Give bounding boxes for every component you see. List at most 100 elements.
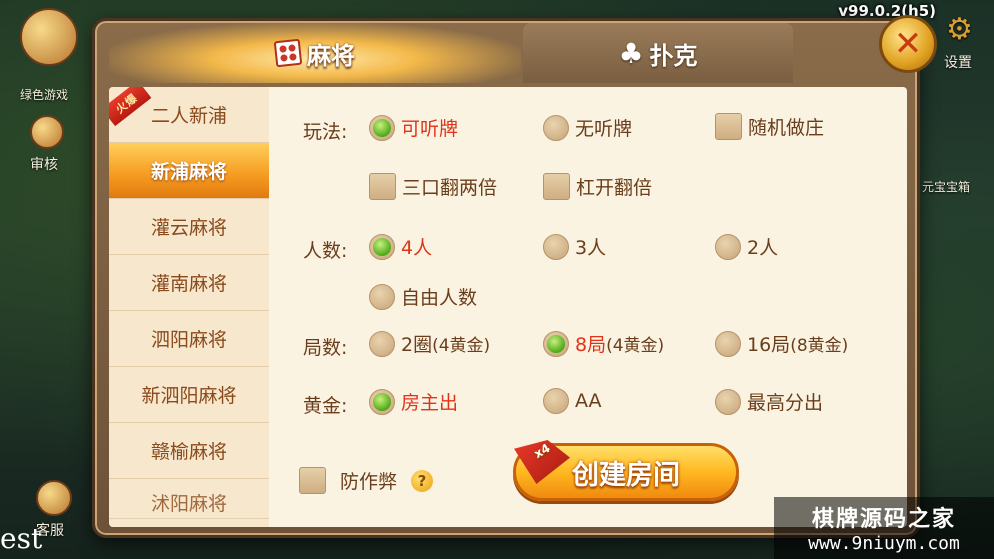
option-label: 无听牌 <box>575 118 633 140</box>
sidebar-item-xinpu-majiang[interactable]: 新浦麻将 <box>109 143 269 199</box>
radio-free-players[interactable]: 自由人数 <box>369 283 477 310</box>
game-type-tabs: 麻将 ♣ 扑克 <box>95 21 917 87</box>
renshu-label: 人数: <box>303 240 348 262</box>
option-label: 杠开翻倍 <box>576 177 653 199</box>
radio-indicator <box>369 388 395 415</box>
option-label: 8局 <box>575 334 607 356</box>
option-label: 三口翻两倍 <box>402 177 498 199</box>
checkbox-indicator <box>715 113 742 140</box>
option-label: 2圈 <box>401 334 433 356</box>
option-label: 自由人数 <box>401 287 478 309</box>
checkbox-indicator <box>543 173 570 200</box>
check-sankou-fan-liangbei[interactable]: 三口翻两倍 <box>369 173 497 200</box>
club-suit-icon: ♣ <box>618 36 644 70</box>
sidebar-item-xin-siyang-majiang[interactable]: 新泗阳麻将 <box>109 367 269 423</box>
radio-indicator <box>543 233 569 260</box>
checkbox-indicator <box>369 173 396 200</box>
service-icon[interactable] <box>36 480 72 516</box>
jushu-label: 局数: <box>303 337 348 359</box>
radio-indicator <box>369 330 395 357</box>
watermark-title: 棋牌源码之家 <box>811 507 956 532</box>
watermark: 棋牌源码之家 www.9niuym.com <box>774 497 994 559</box>
option-label: 3人 <box>575 237 607 259</box>
create-room-dialog: 麻将 ♣ 扑克 ✕ 火爆 二人新浦 新浦麻将 灌云麻将 灌南麻将 泗阳麻将 新泗… <box>92 15 937 538</box>
radio-wu-tingpai[interactable]: 无听牌 <box>543 114 632 141</box>
lobby-item-settings[interactable]: 设置 <box>944 52 972 72</box>
radio-highest-score-pays[interactable]: 最高分出 <box>715 388 823 415</box>
audit-icon[interactable] <box>30 115 64 149</box>
sidebar-item-guannan-majiang[interactable]: 灌南麻将 <box>109 255 269 311</box>
radio-2-players[interactable]: 2人 <box>715 233 778 260</box>
sidebar-item-label: 新泗阳麻将 <box>141 385 237 407</box>
radio-ke-tingpai[interactable]: 可听牌 <box>369 114 458 141</box>
multiplier-badge: x4 <box>514 440 570 484</box>
checkbox-indicator <box>299 467 326 494</box>
check-random-dealer[interactable]: 随机做庄 <box>715 113 824 140</box>
radio-indicator <box>715 330 741 357</box>
lobby-item-green-game[interactable]: 绿色游戏 <box>20 86 68 103</box>
dialog-content: 火爆 二人新浦 新浦麻将 灌云麻将 灌南麻将 泗阳麻将 新泗阳麻将 赣榆麻将 沭… <box>109 87 907 527</box>
settings-gear-icon[interactable]: ⚙ <box>946 12 973 47</box>
option-label: 16局 <box>747 334 791 356</box>
radio-indicator <box>543 114 569 141</box>
sidebar-item-label: 新浦麻将 <box>150 161 227 183</box>
option-cost: (8黄金) <box>790 336 849 356</box>
sidebar-item-guanyun-majiang[interactable]: 灌云麻将 <box>109 199 269 255</box>
option-label: 可听牌 <box>401 118 459 140</box>
radio-3-players[interactable]: 3人 <box>543 233 606 260</box>
radio-indicator <box>369 114 395 141</box>
game-variant-sidebar: 火爆 二人新浦 新浦麻将 灌云麻将 灌南麻将 泗阳麻将 新泗阳麻将 赣榆麻将 沭… <box>109 87 269 527</box>
check-gangkai-fanbei[interactable]: 杠开翻倍 <box>543 173 652 200</box>
tab-poker[interactable]: ♣ 扑克 <box>523 23 793 83</box>
sidebar-item-label: 泗阳麻将 <box>150 329 227 351</box>
option-label: 2人 <box>747 237 779 259</box>
sidebar-item-label: 二人新浦 <box>150 105 227 127</box>
radio-2-rounds[interactable]: 2圈 (4黄金) <box>369 330 490 357</box>
mahjong-tile-icon <box>273 38 303 68</box>
radio-indicator <box>369 233 395 260</box>
radio-aa[interactable]: AA <box>543 388 602 414</box>
radio-host-pays[interactable]: 房主出 <box>369 388 458 415</box>
radio-indicator <box>543 388 569 414</box>
sidebar-item-label: 沭阳麻将 <box>150 493 227 515</box>
lobby-item-audit[interactable]: 审核 <box>30 154 58 174</box>
option-cost: (4黄金) <box>606 336 665 356</box>
huangjin-label: 黄金: <box>303 395 348 417</box>
sidebar-item-erren-xinpu[interactable]: 火爆 二人新浦 <box>109 87 269 143</box>
radio-4-players[interactable]: 4人 <box>369 233 432 260</box>
radio-indicator <box>543 330 569 357</box>
tab-mahjong[interactable]: 麻将 <box>109 23 521 83</box>
lobby-item-treasure[interactable]: 元宝宝箱 <box>922 178 970 195</box>
radio-8-games[interactable]: 8局 (4黄金) <box>543 330 664 357</box>
sidebar-item-ganyu-majiang[interactable]: 赣榆麻将 <box>109 423 269 479</box>
hot-badge: 火爆 <box>109 87 152 127</box>
sidebar-item-siyang-majiang[interactable]: 泗阳麻将 <box>109 311 269 367</box>
rule-options: 玩法: 可听牌 无听牌 随机做庄 三口翻两倍 杠开翻倍 人数: 4人 3人 2人… <box>269 87 907 527</box>
sidebar-item-label: 灌南麻将 <box>150 273 227 295</box>
create-room-button[interactable]: x4 创建房间 <box>513 440 739 501</box>
sidebar-item-shuyang-majiang[interactable]: 沭阳麻将 <box>109 479 269 519</box>
option-label: 最高分出 <box>747 392 824 414</box>
create-room-label: 创建房间 <box>572 459 680 491</box>
radio-indicator <box>715 388 741 415</box>
close-x-icon: ✕ <box>893 24 923 64</box>
help-icon[interactable]: ? <box>411 469 434 492</box>
watermark-url: www.9niuym.com <box>808 533 960 554</box>
radio-indicator <box>715 233 741 260</box>
option-label: 随机做庄 <box>748 117 825 139</box>
sidebar-item-label: 赣榆麻将 <box>150 441 227 463</box>
tab-mahjong-label: 麻将 <box>307 41 355 70</box>
tab-poker-label: 扑克 <box>649 41 698 70</box>
close-button[interactable]: ✕ <box>879 15 937 73</box>
option-label: 4人 <box>401 237 433 259</box>
option-label: 防作弊 <box>340 471 398 493</box>
bottom-left-text: est <box>0 522 43 555</box>
radio-indicator <box>369 283 395 310</box>
option-label: AA <box>575 390 602 412</box>
radio-16-games[interactable]: 16局 (8黄金) <box>715 330 848 357</box>
check-anti-cheat[interactable]: 防作弊 ? <box>299 467 434 494</box>
avatar[interactable] <box>20 8 78 66</box>
wanfa-label: 玩法: <box>303 121 348 143</box>
sidebar-item-label: 灌云麻将 <box>150 217 227 239</box>
option-label: 房主出 <box>401 392 459 414</box>
